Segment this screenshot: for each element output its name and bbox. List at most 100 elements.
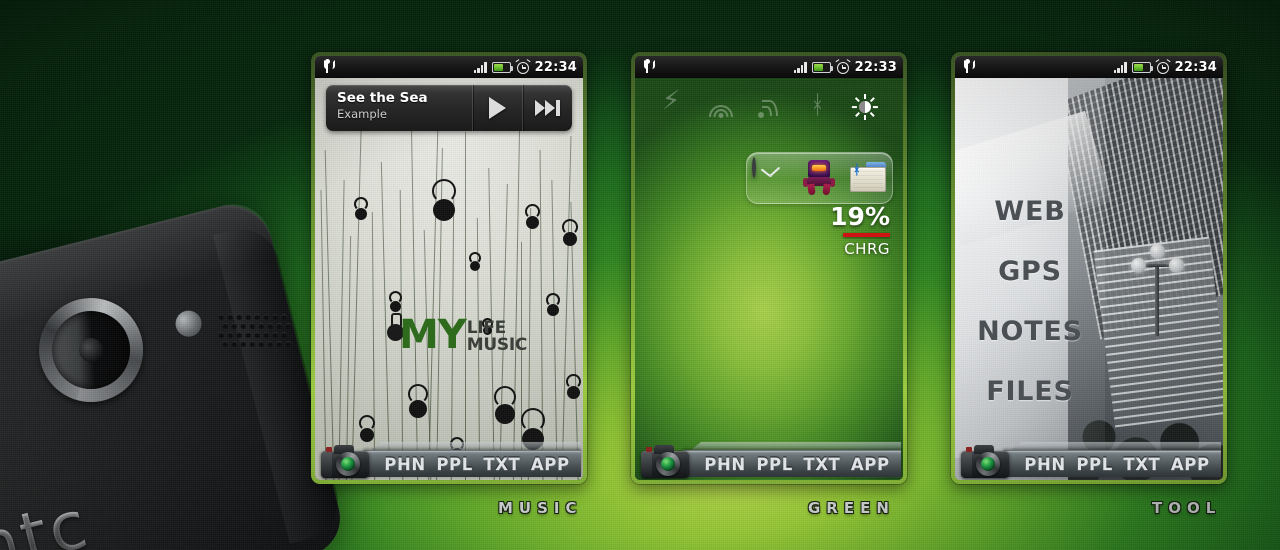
wallpaper-headphone-band — [354, 197, 368, 212]
wallpaper-headphone-band — [494, 386, 516, 408]
play-button[interactable] — [472, 85, 522, 131]
htc-logo: htc — [0, 485, 97, 550]
power-flash-toggle[interactable] — [660, 94, 686, 120]
tool-item-notes[interactable]: NOTES — [955, 316, 1105, 347]
battery-icon — [1131, 61, 1154, 73]
play-icon — [489, 97, 506, 119]
dock-top-trim — [691, 442, 901, 450]
wallpaper-headphone-band — [546, 293, 560, 308]
wallpaper-headphone-band — [562, 219, 578, 236]
battery-icon — [811, 61, 834, 73]
usb-icon — [321, 59, 333, 74]
bluetooth-folder-icon[interactable]: ᚼ — [849, 159, 887, 197]
tool-item-gps[interactable]: GPS — [955, 256, 1105, 287]
wallpaper-stem — [324, 150, 335, 480]
dock-item-ppl[interactable]: PPL — [436, 455, 473, 474]
caption-tool: TOOL — [1152, 499, 1222, 517]
dock-item-txt[interactable]: TXT — [803, 455, 840, 474]
statusbar-right: 22:33 — [793, 59, 897, 75]
dock-item-app[interactable]: APP — [1171, 455, 1210, 474]
screen-green: 22:33 ᚼ ᚼ 19% CHRG PHN PPL TXT APP — [635, 56, 903, 480]
clock-app-icon[interactable] — [752, 157, 790, 197]
dock-item-ppl[interactable]: PPL — [756, 455, 793, 474]
wallpaper-headphone-band — [521, 408, 545, 433]
next-track-button[interactable] — [522, 85, 572, 131]
dock-item-app[interactable]: APP — [531, 455, 570, 474]
logo-life-music: LIFE MUSIC — [466, 320, 528, 355]
battery-icon — [491, 61, 514, 73]
music-track-info: See the Sea Example — [326, 85, 472, 131]
dock-item-phn[interactable]: PHN — [1024, 455, 1066, 474]
dock-plate: PHN PPL TXT APP — [363, 450, 581, 477]
wallpaper-stem — [371, 211, 376, 480]
statusbar-music: 22:34 — [315, 56, 583, 78]
signal-bars-icon — [473, 61, 487, 73]
battery-percent: 19% — [830, 202, 890, 231]
logo-music: MUSIC — [466, 334, 528, 355]
speaker-grille — [218, 313, 292, 356]
tool-item-web[interactable]: WEB — [955, 196, 1105, 227]
wallpaper-stem — [561, 136, 572, 480]
dock-music: PHN PPL TXT APP — [315, 442, 583, 480]
battery-state-label: CHRG — [844, 240, 890, 258]
music-player-widget[interactable]: See the Sea Example — [326, 85, 572, 131]
tool-item-files[interactable]: FILES — [955, 376, 1105, 407]
analog-clock-icon — [752, 157, 781, 178]
usb-icon — [641, 59, 653, 74]
dock-plate: PHN PPL TXT APP — [683, 450, 901, 477]
dock-item-app[interactable]: APP — [851, 455, 890, 474]
wallpaper-stem — [551, 180, 558, 480]
gps-toggle[interactable] — [756, 94, 782, 120]
wallpaper-headphone-band — [432, 179, 456, 204]
battery-widget[interactable]: 19% CHRG — [830, 204, 890, 258]
statusbar-right: 22:34 — [1113, 59, 1217, 75]
dock-plate: PHN PPL TXT APP — [1003, 450, 1221, 477]
wallpaper-stem — [320, 190, 327, 480]
statusbar-clock: 22:34 — [1174, 59, 1217, 75]
app-icon-tray: ᚼ — [746, 152, 893, 204]
wallpaper-stem — [410, 120, 419, 480]
dock-item-txt[interactable]: TXT — [1123, 455, 1160, 474]
wallpaper-headphone-band — [389, 291, 402, 305]
logo-my: MY — [399, 312, 467, 358]
folder-icon: ᚼ — [849, 162, 886, 192]
camera-lens-icon — [43, 302, 139, 398]
bluetooth-toggle[interactable] — [804, 92, 830, 120]
robot-icon — [803, 160, 836, 196]
camera-flash-icon — [172, 307, 205, 340]
phone-screenshot-green: 22:33 ᚼ ᚼ 19% CHRG PHN PPL TXT APP — [631, 52, 907, 484]
screen-tool: WEB GPS NOTES FILES 22:34 PHN PPL TXT AP… — [955, 56, 1223, 480]
camera-icon[interactable] — [961, 445, 1009, 478]
wifi-toggle[interactable] — [708, 94, 734, 120]
dock-item-txt[interactable]: TXT — [483, 455, 520, 474]
statusbar-left — [961, 59, 973, 74]
wallpaper-headphone-band — [566, 374, 581, 390]
battery-level-bar — [843, 233, 890, 237]
phone-screenshot-music: MY LIFE MUSIC 22:34 See the Sea Example … — [311, 52, 587, 484]
dock-item-phn[interactable]: PHN — [704, 455, 746, 474]
caption-green: GREEN — [808, 499, 895, 517]
statusbar-green: 22:33 — [635, 56, 903, 78]
wallpaper-stem — [380, 162, 391, 480]
dock-item-phn[interactable]: PHN — [384, 455, 426, 474]
camera-icon[interactable] — [321, 445, 369, 478]
wallpaper-headphone-band — [469, 252, 481, 264]
statusbar-tool: 22:34 — [955, 56, 1223, 78]
brightness-toggle[interactable] — [852, 94, 878, 120]
dock-item-ppl[interactable]: PPL — [1076, 455, 1113, 474]
statusbar-clock: 22:34 — [534, 59, 577, 75]
caption-music: MUSIC — [498, 499, 583, 517]
next-track-icon — [535, 100, 560, 116]
dock-top-trim — [1011, 442, 1221, 450]
statusbar-left — [321, 59, 333, 74]
wallpaper-headphone-band — [359, 415, 375, 432]
alarm-clock-icon — [835, 59, 851, 74]
track-artist: Example — [337, 107, 387, 121]
dock-green: PHN PPL TXT APP — [635, 442, 903, 480]
phone-screenshot-tool: WEB GPS NOTES FILES 22:34 PHN PPL TXT AP… — [951, 52, 1227, 484]
camera-icon[interactable] — [641, 445, 689, 478]
wallpaper-stem — [512, 124, 521, 480]
street-lamp — [1131, 244, 1185, 336]
android-robot-icon[interactable] — [800, 159, 838, 197]
wallpaper-logo: MY LIFE MUSIC — [399, 312, 528, 358]
